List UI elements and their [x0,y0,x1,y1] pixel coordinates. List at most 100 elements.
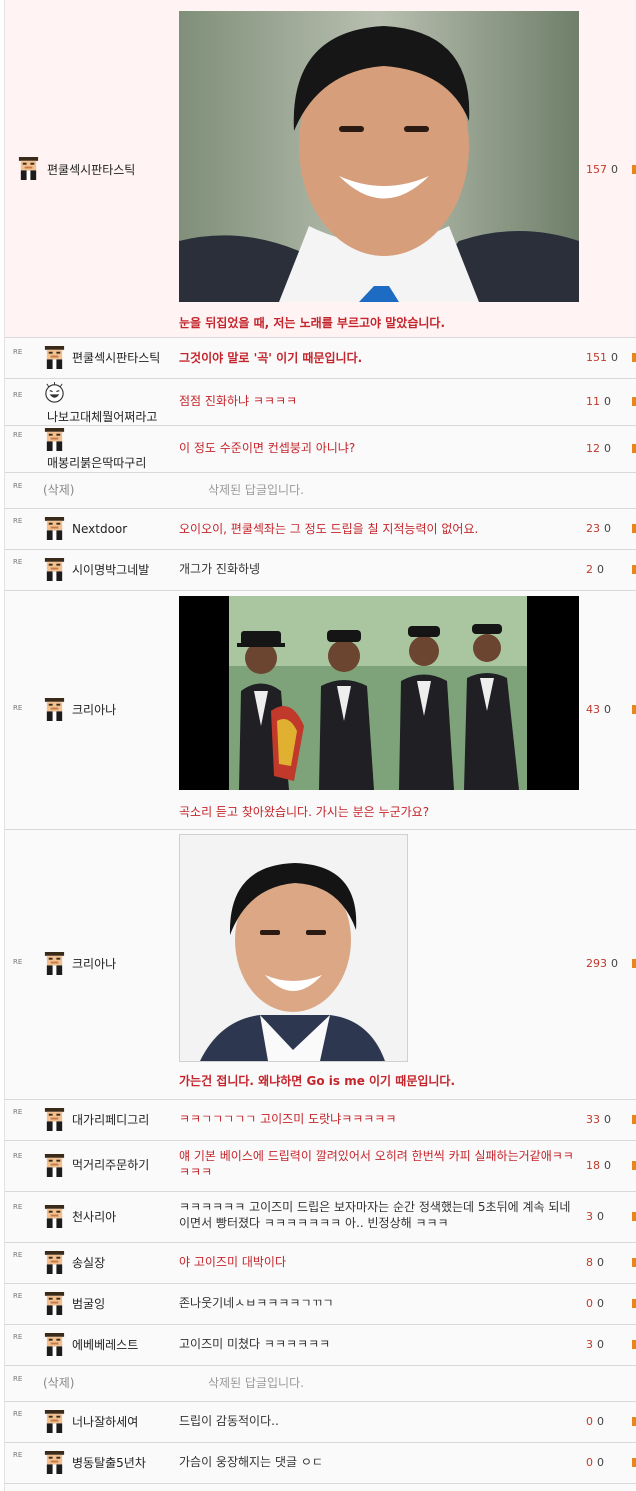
pixel-avatar-icon [44,698,65,721]
vote-count: 157 0 [586,163,618,177]
upvote-count[interactable]: 8 [586,1256,593,1269]
comment-text: ㅋㅋㅋㅋㅋㅋ 고이즈미 드립은 보자마자는 순간 정색했는데 5초뒤에 계속 되… [179,1200,571,1230]
comment-nickname[interactable]: 범굴잉 [72,1297,105,1311]
comment-nickname[interactable]: 편쿨섹시판타스틱 [72,351,160,365]
downvote-count[interactable]: 0 [597,1415,604,1428]
downvote-count[interactable]: 0 [597,1210,604,1223]
comment-nickname[interactable]: 병동탈출5년차 [72,1456,146,1470]
comment-text: 눈을 뒤집었을 때, 저는 노래를 부르고야 말았습니다. [179,316,446,330]
comment-text: 가슴이 웅장해지는 댓글 ㅇㄷ [179,1455,323,1469]
upvote-count[interactable]: 18 [586,1159,600,1172]
upvote-count[interactable]: 2 [586,563,593,576]
comment-nickname[interactable]: 나보고대체뭘어쩌라고 [47,410,157,424]
downvote-count[interactable]: 0 [597,563,604,576]
comment-row: RE 매봉리붉은딱따구리 이 정도 수준이면 컨셉붕괴 아니냐? 12 0 [5,426,636,473]
vote-marker[interactable] [632,959,636,968]
comment-text: 고이즈미 미쳤다 ㅋㅋㅋㅋㅋㅋ [179,1337,331,1351]
vote-count: 00 [586,1456,604,1470]
comment-nickname[interactable]: 에베베레스트 [72,1338,138,1352]
pixel-avatar-icon [44,1410,65,1433]
vote-marker[interactable] [632,1161,636,1170]
comment-row: RE 에베베레스트 고이즈미 미쳤다 ㅋㅋㅋㅋㅋㅋ 30 [5,1325,636,1366]
comment-row: 편쿨섹시판타스틱 눈을 뒤집었을 때, 저는 노래를 부르고야 말았습니다. 1… [5,0,636,338]
vote-marker[interactable] [632,1458,636,1467]
upvote-count[interactable]: 0 [586,1456,593,1469]
downvote-count[interactable]: 0 [604,522,611,535]
downvote-count[interactable]: 0 [597,1297,604,1310]
comment-row: RE 대가리페디그리 ㅋㅋㄱㄱㄱㄱㄱ 고이즈미 도랏냐ㅋㅋㅋㅋㅋ 33 0 [5,1100,636,1141]
vote-marker[interactable] [632,1115,636,1124]
upvote-count[interactable]: 0 [586,1297,593,1310]
comment-row: RE Nextdoor 오이오이, 편쿨섹좌는 그 정도 드립을 칠 지적능력이… [5,509,636,550]
comment-text: 가는건 접니다. 왜냐하면 Go is me 이기 때문입니다. [179,1074,456,1088]
comment-text: 그것이야 말로 '곡' 이기 때문입니다. [179,351,363,365]
upvote-count[interactable]: 3 [586,1210,593,1223]
downvote-count[interactable]: 0 [611,957,618,970]
vote-marker[interactable] [632,1340,636,1349]
comment-nickname[interactable]: 천사리아 [72,1210,116,1224]
pixel-avatar-icon [44,1251,65,1274]
pixel-avatar-icon [44,1205,65,1228]
vote-count: 23 0 [586,522,611,536]
comment-text: 존나웃기네ㅅㅂㅋㅋㅋㅋㄱㄲㄱ [179,1296,334,1310]
comment-text: 얘 기본 베이스에 드립력이 깔려있어서 오히려 한번씩 카피 실패하는거같애ㅋ… [179,1149,574,1179]
laughing-face-icon [45,381,64,403]
upvote-count[interactable]: 0 [586,1415,593,1428]
downvote-count[interactable]: 0 [611,351,618,364]
upvote-count[interactable]: 293 [586,957,607,970]
reply-arrow-icon: RE [13,1333,23,1341]
comment-image-politician-portrait [179,834,408,1062]
vote-marker[interactable] [632,1258,636,1267]
comment-row: RE 범굴잉 존나웃기네ㅅㅂㅋㅋㅋㅋㄱㄲㄱ 00 [5,1284,636,1325]
reply-arrow-icon: RE [13,391,23,399]
downvote-count[interactable]: 0 [597,1256,604,1269]
vote-marker[interactable] [632,1299,636,1308]
comment-row: RE 시이명박그네발 개그가 진화하넹 20 [5,550,636,591]
downvote-count[interactable]: 0 [604,703,611,716]
upvote-count[interactable]: 11 [586,395,600,408]
pixel-avatar-icon [18,157,39,180]
vote-count: 293 0 [586,957,618,971]
comment-nickname[interactable]: Nextdoor [72,522,127,536]
upvote-count[interactable]: 33 [586,1113,600,1126]
vote-marker[interactable] [632,1212,636,1221]
comment-nickname[interactable]: 먹거리주문하기 [72,1158,149,1172]
vote-marker[interactable] [632,397,636,406]
upvote-count[interactable]: 151 [586,351,607,364]
comment-nickname[interactable]: 편쿨섹시판타스틱 [47,163,135,177]
vote-marker[interactable] [632,353,636,362]
vote-marker[interactable] [632,165,636,174]
comment-row: RE 천사리아 ㅋㅋㅋㅋㅋㅋ 고이즈미 드립은 보자마자는 순간 정색했는데 5… [5,1192,636,1243]
downvote-count[interactable]: 0 [604,442,611,455]
comment-nickname[interactable]: 시이명박그네발 [72,563,149,577]
pixel-avatar-icon [44,952,65,975]
comment-nickname[interactable]: 매봉리붉은딱따구리 [47,456,146,470]
downvote-count[interactable]: 0 [597,1456,604,1469]
comment-nickname[interactable]: 송실장 [72,1256,105,1270]
downvote-count[interactable]: 0 [604,1159,611,1172]
pixel-avatar-icon [44,517,65,540]
comment-nickname[interactable]: 크리아나 [72,957,116,971]
upvote-count[interactable]: 157 [586,163,607,176]
comment-row: RE 먹거리주문하기 얘 기본 베이스에 드립력이 깔려있어서 오히려 한번씩 … [5,1141,636,1192]
upvote-count[interactable]: 23 [586,522,600,535]
reply-arrow-icon: RE [13,704,23,712]
upvote-count[interactable]: 12 [586,442,600,455]
comment-text: 이 정도 수준이면 컨셉붕괴 아니냐? [179,441,356,455]
vote-count: 20 [586,563,604,577]
vote-marker[interactable] [632,705,636,714]
comment-nickname[interactable]: 크리아나 [72,703,116,717]
pixel-avatar-icon [44,1108,65,1131]
downvote-count[interactable]: 0 [611,163,618,176]
downvote-count[interactable]: 0 [604,395,611,408]
comment-nickname[interactable]: 대가리페디그리 [72,1113,149,1127]
vote-marker[interactable] [632,444,636,453]
comment-nickname[interactable]: 너나잘하세여 [72,1415,138,1429]
downvote-count[interactable]: 0 [597,1338,604,1351]
upvote-count[interactable]: 3 [586,1338,593,1351]
vote-marker[interactable] [632,1417,636,1426]
downvote-count[interactable]: 0 [604,1113,611,1126]
vote-marker[interactable] [632,565,636,574]
upvote-count[interactable]: 43 [586,703,600,716]
vote-marker[interactable] [632,524,636,533]
